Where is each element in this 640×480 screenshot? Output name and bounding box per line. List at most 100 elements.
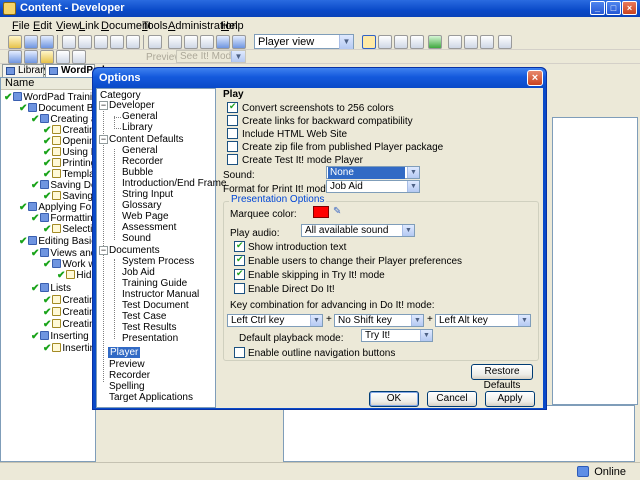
- tree-item[interactable]: ✔Creating an: [31, 114, 95, 125]
- list-view-icon[interactable]: [410, 35, 424, 49]
- collapse-content-defaults-icon[interactable]: −: [99, 135, 108, 144]
- back-icon[interactable]: [148, 35, 162, 49]
- tree-item[interactable]: ✔Inserting Da: [31, 331, 95, 342]
- menu-link[interactable]: Link: [79, 20, 99, 32]
- more-icon[interactable]: [72, 50, 86, 64]
- lock-icon[interactable]: [200, 35, 214, 49]
- tree-item[interactable]: ✔Opening: [43, 136, 95, 147]
- collapse-documents-icon[interactable]: −: [99, 246, 108, 255]
- playback-mode-select[interactable]: Try It! ▼: [361, 329, 433, 342]
- category-player[interactable]: Player: [108, 347, 141, 358]
- category-library[interactable]: Library: [122, 122, 153, 133]
- save-icon[interactable]: [40, 35, 54, 49]
- record-icon[interactable]: [8, 50, 22, 64]
- tree-item[interactable]: ✔ Using P: [43, 147, 95, 158]
- tree-item[interactable]: ✔Applying Forma: [19, 202, 95, 213]
- preview-mode-select[interactable]: See It! Mode ▼: [176, 50, 246, 63]
- category-content-defaults[interactable]: Content Defaults: [109, 134, 184, 145]
- close-icon[interactable]: ×: [527, 70, 543, 86]
- player-view-icon[interactable]: [362, 35, 376, 49]
- new-folder-icon[interactable]: [8, 35, 22, 49]
- key1-select[interactable]: Left Ctrl key ▼: [227, 314, 323, 327]
- direct-do-it-checkbox[interactable]: [234, 283, 245, 294]
- category-system-process[interactable]: System Process: [122, 256, 194, 267]
- change-preferences-checkbox[interactable]: [234, 254, 245, 266]
- new-document-icon[interactable]: [24, 35, 38, 49]
- columns-view-icon[interactable]: [394, 35, 408, 49]
- tree-item[interactable]: ✔ Creatin: [43, 307, 95, 318]
- check-in-icon[interactable]: [448, 35, 462, 49]
- category-preview[interactable]: Preview: [109, 359, 145, 370]
- category-presentation[interactable]: Presentation: [122, 333, 178, 344]
- frame-properties-icon[interactable]: [24, 50, 38, 64]
- test-it-player-checkbox[interactable]: [227, 154, 238, 165]
- history-icon[interactable]: [480, 35, 494, 49]
- work-area[interactable]: [283, 405, 635, 462]
- cut-icon[interactable]: [62, 35, 76, 49]
- menu-tools[interactable]: Tools: [142, 20, 168, 32]
- tree-item[interactable]: ✔ Templat: [43, 169, 95, 180]
- tree-item[interactable]: ✔ Creatin: [43, 319, 95, 330]
- tree-item[interactable]: ✔Views and T: [31, 248, 95, 259]
- tree-item[interactable]: ✔ WordPad Training: [4, 92, 95, 103]
- show-intro-checkbox[interactable]: [234, 240, 245, 252]
- play-audio-select[interactable]: All available sound ▼: [301, 224, 415, 237]
- close-icon[interactable]: ×: [622, 1, 637, 15]
- category-developer-general[interactable]: General: [122, 111, 158, 122]
- tab-wordpad[interactable]: WordPad: [45, 64, 105, 77]
- maximize-icon[interactable]: □: [606, 1, 621, 15]
- paste-icon[interactable]: [94, 35, 108, 49]
- content-pane[interactable]: [552, 117, 638, 405]
- undo-icon[interactable]: [110, 35, 124, 49]
- html-website-checkbox[interactable]: [227, 128, 238, 139]
- split-view-icon[interactable]: [378, 35, 392, 49]
- category-introduction-end-frame[interactable]: Introduction/End Frame: [122, 178, 227, 189]
- tree-item[interactable]: ✔ Selectin: [43, 224, 95, 235]
- category-training-guide[interactable]: Training Guide: [122, 278, 187, 289]
- category-recorder-top[interactable]: Recorder: [109, 370, 150, 381]
- copy-icon[interactable]: [78, 35, 92, 49]
- tree-item[interactable]: ✔ Creatin: [43, 295, 95, 306]
- cancel-button[interactable]: Cancel: [427, 391, 477, 407]
- menu-help[interactable]: Help: [221, 20, 244, 32]
- category-job-aid[interactable]: Job Aid: [122, 267, 155, 278]
- menu-edit[interactable]: Edit: [33, 20, 52, 32]
- key2-select[interactable]: No Shift key ▼: [334, 314, 424, 327]
- tree-item[interactable]: ✔ Insertin: [43, 343, 95, 354]
- category-spelling[interactable]: Spelling: [109, 381, 145, 392]
- tree-item[interactable]: ✔ Hidir: [57, 270, 95, 281]
- tree-item[interactable]: ✔Saving Docu: [31, 180, 95, 191]
- category-test-document[interactable]: Test Document: [122, 300, 189, 311]
- print-mode-select[interactable]: Job Aid ▼: [326, 180, 420, 193]
- apply-button[interactable]: Apply: [485, 391, 535, 407]
- bubble-icon[interactable]: [40, 50, 54, 64]
- category-bubble[interactable]: Bubble: [122, 167, 153, 178]
- tree-item[interactable]: ✔ Editing Basics: [19, 236, 95, 247]
- tree-item[interactable]: ✔Saving d: [43, 191, 95, 202]
- color-picker-icon[interactable]: ✎: [333, 206, 345, 218]
- category-content-general[interactable]: General: [122, 145, 158, 156]
- restore-defaults-button[interactable]: Restore Defaults: [471, 364, 533, 391]
- view-mode-select[interactable]: Player view ▼: [254, 34, 354, 49]
- help-topic-icon[interactable]: [56, 50, 70, 64]
- help-icon[interactable]: [232, 35, 246, 49]
- redo-icon[interactable]: [126, 35, 140, 49]
- collapse-developer-icon[interactable]: −: [99, 101, 108, 110]
- check-out-icon[interactable]: [464, 35, 478, 49]
- category-target-applications[interactable]: Target Applications: [109, 392, 193, 403]
- category-test-results[interactable]: Test Results: [122, 322, 176, 333]
- minimize-icon[interactable]: _: [590, 1, 605, 15]
- convert-256-checkbox[interactable]: [227, 101, 238, 113]
- category-assessment[interactable]: Assessment: [122, 222, 176, 233]
- tree-item[interactable]: ✔ Work w: [43, 259, 95, 270]
- tree-item[interactable]: ✔Document Basic: [19, 103, 95, 114]
- category-test-case[interactable]: Test Case: [122, 311, 166, 322]
- category-sound[interactable]: Sound: [122, 233, 151, 244]
- tree-item[interactable]: ✔ Formatting: [31, 213, 95, 224]
- tab-library[interactable]: Library: [2, 64, 49, 77]
- category-string-input[interactable]: String Input: [122, 189, 173, 200]
- outline-icon[interactable]: [168, 35, 182, 49]
- zip-package-checkbox[interactable]: [227, 141, 238, 152]
- backward-links-checkbox[interactable]: [227, 115, 238, 126]
- enable-skipping-checkbox[interactable]: [234, 268, 245, 280]
